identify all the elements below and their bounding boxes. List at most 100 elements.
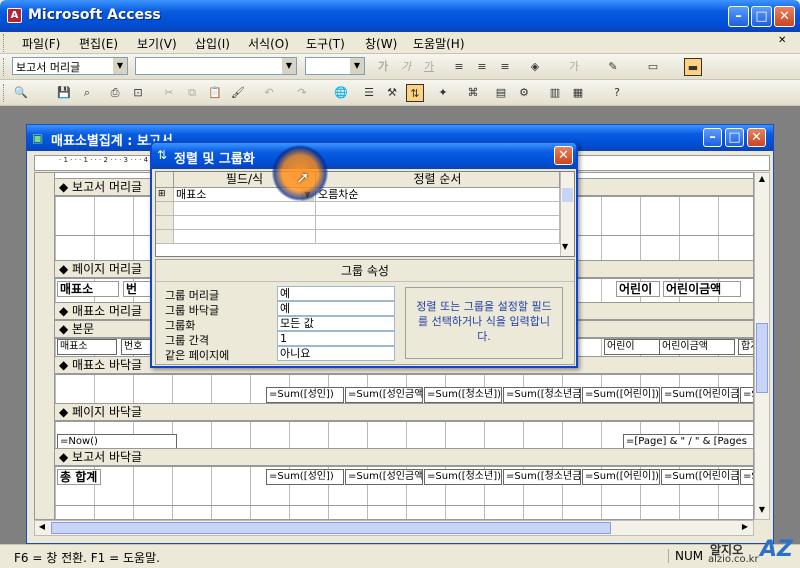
font-name-combo[interactable]: ▼ <box>135 57 297 75</box>
field-sum-youth-amount[interactable]: =Sum([청소년금 <box>503 387 581 403</box>
redo-icon[interactable]: ↷ <box>293 84 311 102</box>
align-center-icon[interactable]: ≡ <box>473 58 491 76</box>
properties-icon[interactable]: ▤ <box>492 84 510 102</box>
row3-field-input[interactable] <box>174 216 316 230</box>
field-ticket-office[interactable]: 매표소 <box>57 339 117 355</box>
database-window-icon[interactable]: ▥ <box>546 84 564 102</box>
row3-sort-order[interactable] <box>316 216 560 230</box>
row4-sort-order[interactable] <box>316 230 560 244</box>
field-total-youth-amount[interactable]: =Sum([청소년금 <box>503 469 581 485</box>
close-button[interactable]: ✕ <box>774 6 795 27</box>
menu-window[interactable]: 창(W) <box>365 35 397 52</box>
field-sum-adult-amount[interactable]: =Sum([성인금액 <box>345 387 423 403</box>
label-children-amount-header[interactable]: 어린이금액 <box>663 281 741 297</box>
row2-field-input[interactable] <box>174 202 316 216</box>
close-window-x-icon[interactable]: ✕ <box>778 35 786 46</box>
fill-color-icon[interactable]: ◈ <box>526 58 544 76</box>
scroll-right-icon[interactable]: ▶ <box>739 522 751 534</box>
vertical-scrollbar[interactable]: ▲ ▼ <box>754 172 770 520</box>
row-selector-group-icon[interactable]: ⊞ <box>156 188 174 202</box>
autoformat-icon[interactable]: ✦ <box>434 84 452 102</box>
copy-icon[interactable]: ⧉ <box>183 84 201 102</box>
scroll-up-icon[interactable]: ▲ <box>756 174 768 186</box>
report-minimize-button[interactable]: – <box>703 128 722 147</box>
field-children-amount[interactable]: 어린이금액 <box>659 339 735 355</box>
sorting-grouping-icon[interactable]: ⇅ <box>406 84 424 102</box>
menu-view[interactable]: 보기(V) <box>137 35 177 52</box>
dialog-close-button[interactable]: ✕ <box>554 146 573 165</box>
field-sum[interactable]: 합계 <box>738 339 753 355</box>
row-selector[interactable] <box>156 230 174 244</box>
label-grand-total[interactable]: 총 합계 <box>57 469 101 485</box>
report-close-button[interactable]: ✕ <box>747 128 766 147</box>
hscroll-thumb[interactable] <box>51 522 611 534</box>
align-left-icon[interactable]: ≡ <box>450 58 468 76</box>
field-total-children-amount[interactable]: =Sum([어린이금 <box>661 469 739 485</box>
help-icon[interactable]: ? <box>608 84 626 102</box>
build-icon[interactable]: ⚙ <box>515 84 533 102</box>
field-sum-youth[interactable]: =Sum([청소년]) <box>424 387 502 403</box>
field-total-sum[interactable]: =Sum( <box>740 469 753 485</box>
horizontal-scrollbar[interactable]: ◀ ▶ <box>34 520 754 536</box>
paste-icon[interactable]: 📋 <box>206 84 224 102</box>
row-selector[interactable] <box>156 202 174 216</box>
field-sum-children[interactable]: =Sum([어린이]) <box>582 387 660 403</box>
prop-value-group-interval[interactable]: 1 <box>277 331 395 346</box>
field-children[interactable]: 어린이 <box>604 339 664 355</box>
font-color-button[interactable]: 가 <box>565 58 583 76</box>
search-icon[interactable]: ⌕ <box>78 84 96 102</box>
border-width-icon[interactable]: ▭ <box>644 58 662 76</box>
new-object-icon[interactable]: ▦ <box>569 84 587 102</box>
code-icon[interactable]: ⌘ <box>464 84 482 102</box>
field-total-adult[interactable]: =Sum([성인]) <box>266 469 344 485</box>
hyperlink-icon[interactable]: 🌐 <box>332 84 350 102</box>
field-sum-total[interactable]: =Sum( <box>740 387 753 403</box>
vertical-ruler[interactable] <box>35 173 55 519</box>
undo-icon[interactable]: ↶ <box>260 84 278 102</box>
scroll-down-icon[interactable]: ▼ <box>756 505 768 517</box>
bold-button[interactable]: 가 <box>374 58 392 76</box>
field-total-children[interactable]: =Sum([어린이]) <box>582 469 660 485</box>
field-sum-children-amount[interactable]: =Sum([어린이금 <box>661 387 739 403</box>
special-effect-icon[interactable]: ▬ <box>684 58 702 76</box>
menu-edit[interactable]: 편집(E) <box>79 35 118 52</box>
menu-tools[interactable]: 도구(T) <box>306 35 345 52</box>
cut-icon[interactable]: ✂ <box>160 84 178 102</box>
scroll-down-icon[interactable]: ▼ <box>562 242 568 251</box>
field-total-youth[interactable]: =Sum([청소년]) <box>424 469 502 485</box>
toolbar-grip[interactable] <box>3 84 6 102</box>
access-app-icon[interactable]: A <box>7 8 22 23</box>
print-preview-icon[interactable]: ⊡ <box>129 84 147 102</box>
prop-value-group-footer[interactable]: 예 <box>277 301 395 316</box>
menu-insert[interactable]: 삽입(I) <box>195 35 230 52</box>
row2-sort-order[interactable] <box>316 202 560 216</box>
row1-sort-order[interactable]: 오름차순 <box>316 188 560 202</box>
report-maximize-button[interactable]: □ <box>725 128 744 147</box>
maximize-button[interactable]: □ <box>751 6 772 27</box>
toolbox-icon[interactable]: ⚒ <box>383 84 401 102</box>
field-sum-adult[interactable]: =Sum([성인]) <box>266 387 344 403</box>
print-icon[interactable]: ⎙ <box>106 84 124 102</box>
row-selector[interactable] <box>156 216 174 230</box>
object-combo[interactable]: 보고서 머리글 ▼ <box>12 57 128 75</box>
field-list-icon[interactable]: ☰ <box>360 84 378 102</box>
field-total-adult-amount[interactable]: =Sum([성인금액 <box>345 469 423 485</box>
row4-field-input[interactable] <box>174 230 316 244</box>
save-icon[interactable]: 💾 <box>55 84 73 102</box>
font-size-combo[interactable]: ▼ <box>305 57 365 75</box>
grid-scroll-thumb[interactable] <box>562 188 573 202</box>
prop-value-keep-together[interactable]: 아니요 <box>277 346 395 361</box>
menu-help[interactable]: 도움말(H) <box>413 35 465 52</box>
toolbar-grip[interactable] <box>3 58 6 76</box>
italic-button[interactable]: 가 <box>397 58 415 76</box>
grid-scrollbar[interactable]: ▼ <box>560 172 574 256</box>
format-painter-icon[interactable]: 🖌 <box>229 84 247 102</box>
menu-grip[interactable] <box>3 34 6 52</box>
label-ticket-office-header[interactable]: 매표소 <box>57 281 119 297</box>
scroll-left-icon[interactable]: ◀ <box>36 522 48 534</box>
align-right-icon[interactable]: ≡ <box>496 58 514 76</box>
label-children-header[interactable]: 어린이 <box>616 281 660 297</box>
prop-value-group-on[interactable]: 모든 값 <box>277 316 395 331</box>
scroll-thumb[interactable] <box>756 323 768 393</box>
section-page-footer[interactable]: ◆ 페이지 바닥글 <box>55 403 753 421</box>
